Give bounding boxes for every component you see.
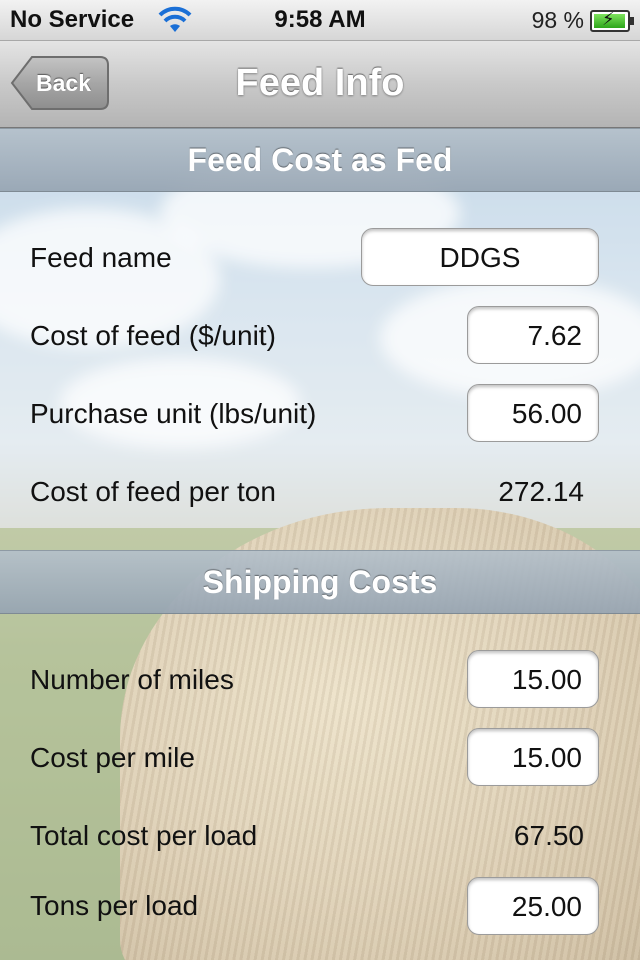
total-cost-per-load-value: 67.50	[513, 820, 584, 851]
lightning-bolt-icon: ⚡	[602, 9, 615, 29]
cost-per-mile-label: Cost per mile	[30, 742, 195, 773]
number-of-miles-label: Number of miles	[30, 664, 234, 695]
purchase-unit-label: Purchase unit (lbs/unit)	[30, 398, 317, 429]
section-header-feed-cost: Feed Cost as Fed	[0, 128, 640, 192]
battery-percent-label: 98 %	[531, 7, 584, 33]
purchase-unit-field[interactable]: 56.00	[467, 384, 599, 442]
battery-charging-icon: ⚡	[590, 9, 634, 32]
navigation-bar: Feed Info Back	[0, 41, 640, 128]
cost-of-feed-field[interactable]: 7.62	[467, 306, 599, 364]
number-of-miles-field[interactable]: 15.00	[467, 650, 599, 708]
cost-per-ton-label: Cost of feed per ton	[30, 476, 276, 507]
cost-of-feed-label: Cost of feed ($/unit)	[30, 320, 276, 351]
tons-per-load-label: Tons per load	[30, 890, 199, 921]
status-bar: No Service 9:58 AM 98 % ⚡	[0, 0, 640, 41]
back-button[interactable]: Back	[10, 55, 110, 111]
cost-per-ton-value: 272.14	[498, 476, 584, 507]
back-button-label: Back	[36, 70, 91, 96]
total-cost-per-load-label: Total cost per load	[30, 820, 258, 851]
section-header-shipping: Shipping Costs	[0, 550, 640, 614]
battery-nub	[630, 17, 634, 25]
cost-per-mile-field[interactable]: 15.00	[467, 728, 599, 786]
feed-name-field[interactable]: DDGS	[361, 228, 599, 286]
feed-name-label: Feed name	[30, 242, 172, 273]
tons-per-load-field[interactable]: 25.00	[467, 877, 599, 935]
